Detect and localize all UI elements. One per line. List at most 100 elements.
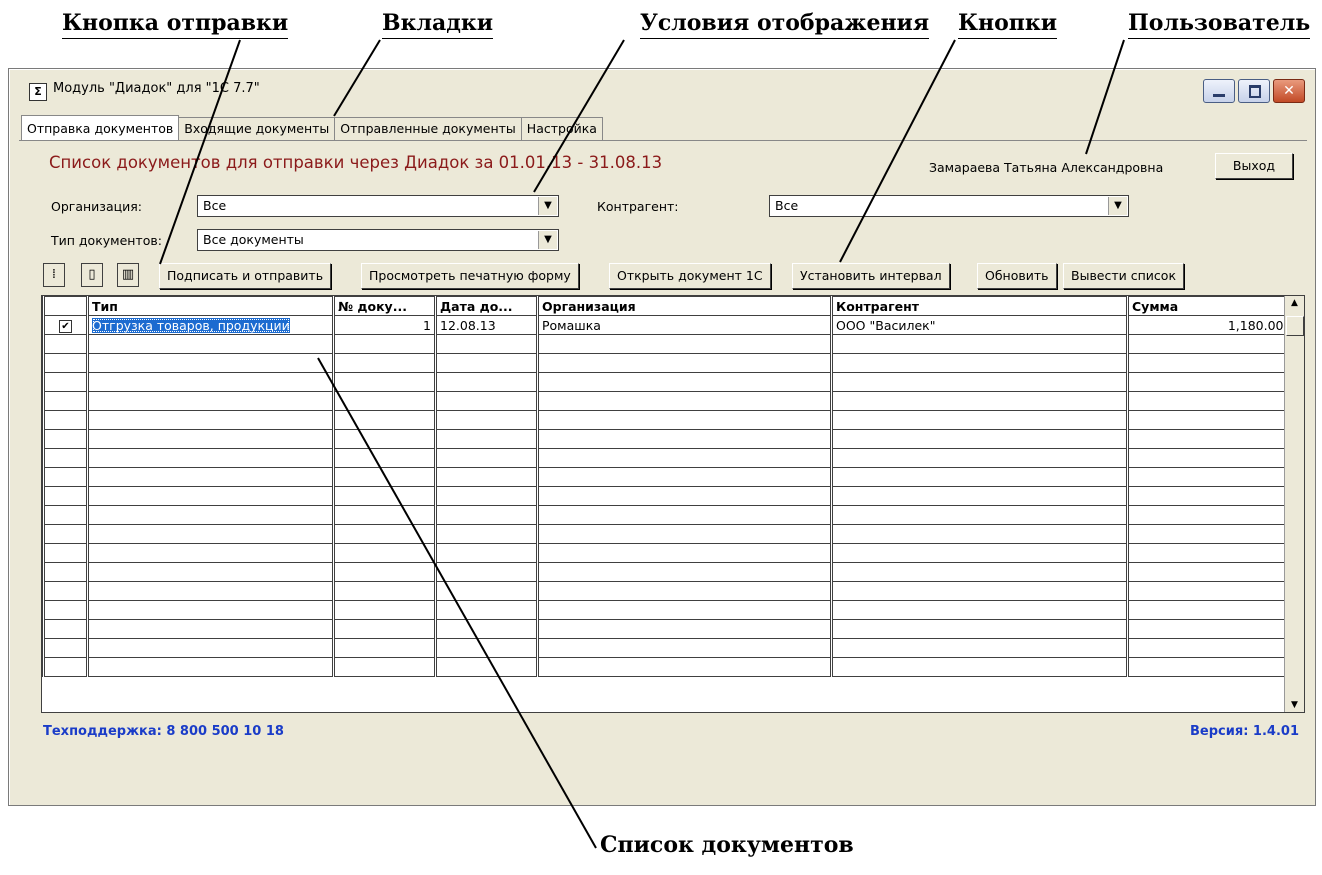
table-cell-empty[interactable]	[1126, 353, 1287, 373]
table-cell-empty[interactable]	[42, 353, 88, 373]
export-list-button[interactable]: Вывести список	[1063, 263, 1184, 289]
table-cell-empty[interactable]	[86, 391, 334, 411]
table-cell-empty[interactable]	[42, 448, 88, 468]
table-cell-empty[interactable]	[1126, 429, 1287, 449]
table-row-empty[interactable]	[42, 619, 1287, 639]
chevron-down-icon[interactable]: ▼	[538, 197, 557, 215]
table-cell-empty[interactable]	[830, 486, 1128, 506]
table-cell-empty[interactable]	[1126, 524, 1287, 544]
chevron-down-icon[interactable]: ▼	[538, 231, 557, 249]
table-cell-empty[interactable]	[434, 505, 538, 525]
table-row-empty[interactable]	[42, 391, 1287, 411]
table-cell-empty[interactable]	[830, 562, 1128, 582]
print-preview-button[interactable]: Просмотреть печатную форму	[361, 263, 579, 289]
table-cell-empty[interactable]	[332, 448, 436, 468]
table-cell-empty[interactable]	[332, 657, 436, 677]
table-cell-empty[interactable]	[86, 600, 334, 620]
table-cell-empty[interactable]	[830, 543, 1128, 563]
table-cell-empty[interactable]	[42, 391, 88, 411]
sign-send-button[interactable]: Подписать и отправить	[159, 263, 332, 289]
scroll-down-icon[interactable]: ▼	[1285, 700, 1304, 710]
table-cell-empty[interactable]	[86, 486, 334, 506]
table-cell-empty[interactable]	[42, 657, 88, 677]
table-cell-empty[interactable]	[434, 524, 538, 544]
table-cell-empty[interactable]	[536, 353, 832, 373]
org-select[interactable]: Все ▼	[197, 195, 559, 217]
table-cell-empty[interactable]	[536, 334, 832, 354]
table-cell-empty[interactable]	[86, 581, 334, 601]
table-cell-empty[interactable]	[332, 372, 436, 392]
table-cell-empty[interactable]	[332, 391, 436, 411]
column-header-number[interactable]: № доку...	[332, 296, 436, 316]
documents-table[interactable]: Тип № доку... Дата до... Организация Кон…	[41, 295, 1305, 713]
table-cell-empty[interactable]	[1126, 638, 1287, 658]
table-cell-empty[interactable]	[42, 334, 88, 354]
table-cell-empty[interactable]	[1126, 543, 1287, 563]
table-cell-empty[interactable]	[536, 486, 832, 506]
table-cell-empty[interactable]	[434, 334, 538, 354]
table-cell-empty[interactable]	[332, 619, 436, 639]
table-cell-empty[interactable]	[86, 657, 334, 677]
table-cell-empty[interactable]	[830, 524, 1128, 544]
tab-incoming-documents[interactable]: Входящие документы	[178, 117, 336, 140]
maximize-button[interactable]	[1238, 79, 1270, 103]
table-cell-empty[interactable]	[332, 410, 436, 430]
close-button[interactable]: ✕	[1273, 79, 1305, 103]
table-cell-empty[interactable]	[434, 600, 538, 620]
vertical-scrollbar[interactable]: ▲ ▼	[1284, 296, 1304, 712]
column-header-date[interactable]: Дата до...	[434, 296, 538, 316]
table-cell-empty[interactable]	[830, 505, 1128, 525]
table-row-empty[interactable]	[42, 638, 1287, 658]
table-cell-empty[interactable]	[536, 657, 832, 677]
table-cell-empty[interactable]	[86, 372, 334, 392]
table-cell-empty[interactable]	[42, 524, 88, 544]
table-cell-empty[interactable]	[434, 410, 538, 430]
table-cell-empty[interactable]	[42, 486, 88, 506]
column-header-amount[interactable]: Сумма	[1126, 296, 1287, 316]
table-cell-empty[interactable]	[1126, 467, 1287, 487]
table-row-empty[interactable]	[42, 543, 1287, 563]
table-cell-empty[interactable]	[86, 448, 334, 468]
table-cell-empty[interactable]	[1126, 505, 1287, 525]
table-row-empty[interactable]	[42, 600, 1287, 620]
table-cell-empty[interactable]	[332, 505, 436, 525]
column-header-contractor[interactable]: Контрагент	[830, 296, 1128, 316]
table-cell-empty[interactable]	[434, 448, 538, 468]
table-cell-empty[interactable]	[86, 353, 334, 373]
table-row-empty[interactable]	[42, 448, 1287, 468]
table-cell-empty[interactable]	[86, 638, 334, 658]
table-row-empty[interactable]	[42, 372, 1287, 392]
table-cell-empty[interactable]	[1126, 600, 1287, 620]
table-cell-empty[interactable]	[86, 505, 334, 525]
table-cell-empty[interactable]	[536, 410, 832, 430]
invert-selection-icon[interactable]: ▥	[117, 263, 139, 287]
table-row-empty[interactable]	[42, 581, 1287, 601]
table-cell-empty[interactable]	[830, 353, 1128, 373]
cell-organization[interactable]: Ромашка	[536, 315, 832, 335]
doc-type-select[interactable]: Все документы ▼	[197, 229, 559, 251]
cell-type[interactable]: Отгрузка товаров, продукции	[86, 315, 334, 335]
table-cell-empty[interactable]	[434, 543, 538, 563]
table-cell-empty[interactable]	[1126, 486, 1287, 506]
table-cell-empty[interactable]	[434, 467, 538, 487]
cell-amount[interactable]: 1,180.00	[1126, 315, 1287, 335]
table-cell-empty[interactable]	[332, 524, 436, 544]
column-header-check[interactable]	[42, 296, 88, 316]
table-cell-empty[interactable]	[86, 429, 334, 449]
table-cell-empty[interactable]	[536, 638, 832, 658]
table-cell-empty[interactable]	[830, 638, 1128, 658]
table-cell-empty[interactable]	[830, 391, 1128, 411]
table-cell-empty[interactable]	[332, 353, 436, 373]
open-1c-button[interactable]: Открыть документ 1С	[609, 263, 771, 289]
table-cell-empty[interactable]	[434, 562, 538, 582]
column-header-type[interactable]: Тип	[86, 296, 334, 316]
table-cell-empty[interactable]	[86, 524, 334, 544]
table-cell-empty[interactable]	[332, 600, 436, 620]
table-cell-empty[interactable]	[42, 543, 88, 563]
table-row-empty[interactable]	[42, 562, 1287, 582]
table-cell-empty[interactable]	[86, 467, 334, 487]
table-cell-empty[interactable]	[536, 467, 832, 487]
table-cell-empty[interactable]	[332, 581, 436, 601]
refresh-button[interactable]: Обновить	[977, 263, 1057, 289]
table-cell-empty[interactable]	[536, 429, 832, 449]
